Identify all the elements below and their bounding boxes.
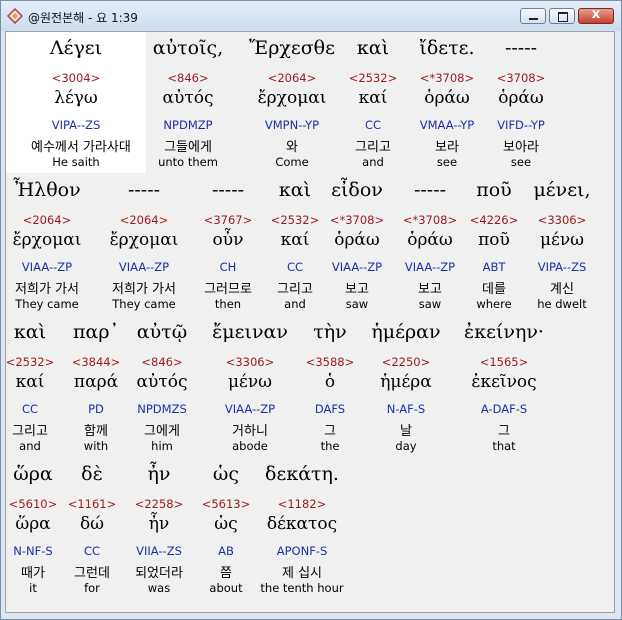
korean-gloss: 그들에게	[164, 140, 212, 155]
close-icon: x	[591, 7, 601, 22]
morphology-code: VIPA--ZS	[51, 118, 101, 132]
app-window: @원전본해 - 요 1:39 x Λέγει <3004> λέγω VIPA-…	[0, 0, 622, 620]
morphology-code: VIAA--ZP	[118, 260, 170, 274]
morphology-code: VIAA--ZP	[21, 260, 73, 274]
strong-number: <3306>	[225, 355, 275, 369]
lemma-text: μένω	[227, 372, 273, 392]
greek-text: ἐκείνην·	[464, 321, 544, 343]
strong-number: <846>	[141, 355, 183, 369]
english-gloss: he dwelt	[537, 297, 587, 311]
morphology-code: VIPA--ZS	[537, 260, 587, 274]
korean-gloss: 제 십시	[281, 566, 322, 581]
korean-gloss: 거하니	[232, 424, 268, 439]
greek-text: ἡμέραν	[371, 321, 441, 343]
app-icon	[7, 8, 23, 24]
strong-number: <2064>	[22, 213, 72, 227]
morphology-code: VIAA--ZP	[224, 402, 276, 416]
strong-number: <2064>	[267, 71, 317, 85]
english-gloss: day	[395, 439, 417, 453]
strong-number: <3306>	[537, 213, 587, 227]
morphology-code: VIFD--YP	[497, 118, 545, 132]
english-gloss: him	[151, 439, 173, 453]
morphology-code: NPDMZS	[137, 402, 187, 416]
korean-gloss: 계신	[550, 282, 574, 297]
english-gloss: abode	[232, 439, 268, 453]
morphology-code: VMPN--YP	[264, 118, 320, 132]
strong-number: <2064>	[119, 213, 169, 227]
morphology-code: A-DAF-S	[480, 402, 528, 416]
lemma-text: ἡμέρα	[380, 372, 432, 392]
morphology-code: NPDMZP	[163, 118, 213, 132]
lemma-text: αὐτός	[136, 372, 188, 392]
lemma-text: ἐκεῖνος	[471, 372, 537, 392]
lemma-text: ἔρχομαι	[257, 88, 327, 108]
greek-text: -----	[504, 37, 538, 59]
strong-number: <1182>	[277, 497, 327, 511]
morphology-code: APONF-S	[276, 544, 328, 558]
greek-text: Ἔρχεσθε	[249, 37, 335, 59]
minimize-button[interactable]	[520, 8, 546, 24]
close-button[interactable]: x	[578, 7, 614, 24]
korean-gloss: 그에게	[144, 424, 180, 439]
english-gloss: that	[492, 439, 516, 453]
korean-gloss: 보아라	[503, 140, 539, 155]
korean-gloss: 와	[286, 140, 298, 155]
lemma-text: ἔρχομαι	[109, 230, 179, 250]
lemma-text: αὐτός	[162, 88, 214, 108]
english-gloss: unto them	[158, 155, 218, 169]
greek-text: Ἦλθον	[13, 179, 81, 201]
morphology-code: N-AF-S	[386, 402, 426, 416]
english-gloss: He saith	[52, 155, 100, 169]
english-gloss: They came	[15, 297, 79, 311]
strong-number: <3004>	[51, 71, 101, 85]
greek-text: -----	[127, 179, 161, 201]
maximize-button[interactable]	[549, 8, 575, 24]
lemma-text: λέγω	[54, 88, 98, 108]
korean-gloss: 저희가 가서	[15, 282, 79, 297]
window-title: @원전본해 - 요 1:39	[28, 11, 138, 25]
lemma-text: ἔρχομαι	[12, 230, 82, 250]
english-gloss: Come	[275, 155, 309, 169]
greek-text: μένει,	[533, 179, 591, 201]
interlinear-panel[interactable]: Λέγει <3004> λέγω VIPA--ZS 예수께서 가라사대 He …	[5, 31, 615, 613]
lemma-text: δέκατος	[266, 514, 338, 534]
title-bar[interactable]: @원전본해 - 요 1:39 x	[1, 1, 621, 31]
english-gloss: They came	[112, 297, 176, 311]
korean-gloss: 날	[400, 424, 412, 439]
greek-text: ἔμειναν	[212, 321, 288, 343]
korean-gloss: 예수께서 가라사대	[31, 140, 131, 155]
greek-text: Λέγει	[49, 37, 103, 59]
greek-text: αὐτοῖς,	[152, 37, 224, 59]
english-gloss: the tenth hour	[260, 581, 344, 595]
korean-gloss: 저희가 가서	[112, 282, 176, 297]
lemma-text: ὁράω	[498, 88, 544, 108]
lemma-text: μένω	[539, 230, 585, 250]
greek-text: δεκάτη.	[265, 463, 339, 485]
korean-gloss: 그	[498, 424, 510, 439]
strong-number: <2250>	[381, 355, 431, 369]
strong-number: <846>	[167, 71, 209, 85]
english-gloss: see	[510, 155, 532, 169]
strong-number: <1565>	[479, 355, 529, 369]
strong-number: <3708>	[496, 71, 546, 85]
greek-text: αὐτῷ	[136, 321, 188, 343]
